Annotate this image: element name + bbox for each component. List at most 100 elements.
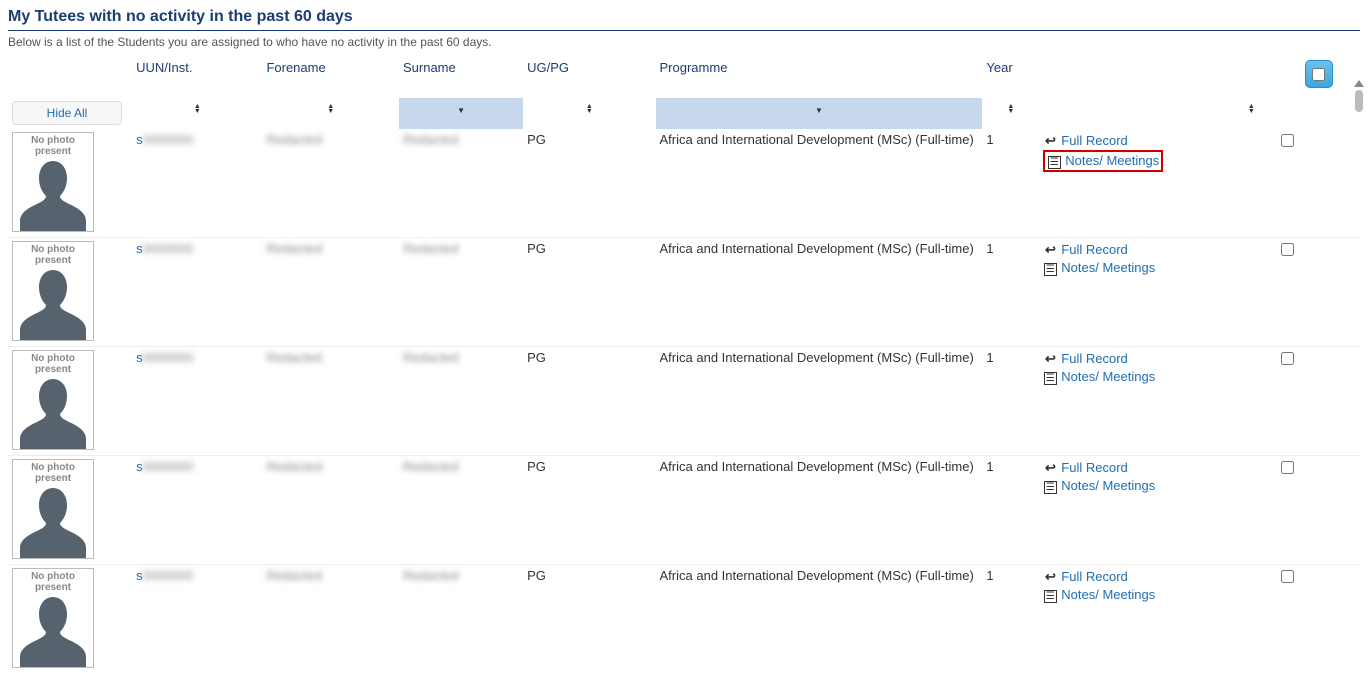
col-ugpg[interactable]: UG/PG <box>523 57 655 98</box>
ugpg-cell: PG <box>523 347 655 456</box>
forename-redacted: Redacted <box>266 132 322 147</box>
select-all-button[interactable] <box>1305 60 1333 88</box>
notes-meetings-link[interactable]: Notes/ Meetings <box>1043 477 1221 495</box>
sort-extra-icon[interactable] <box>1248 103 1255 115</box>
sort-surname-icon[interactable] <box>457 106 465 116</box>
full-record-link[interactable]: Full Record <box>1043 241 1221 259</box>
notes-icon <box>1043 477 1057 495</box>
notes-icon <box>1043 586 1057 604</box>
col-surname[interactable]: Surname <box>399 57 523 98</box>
programme-cell: Africa and International Development (MS… <box>656 456 983 565</box>
uun-text: s <box>136 459 143 474</box>
row-checkbox[interactable] <box>1281 243 1294 256</box>
full-record-link[interactable]: Full Record <box>1043 132 1221 150</box>
notes-icon <box>1043 259 1057 277</box>
open-icon <box>1043 459 1057 477</box>
uun-text: s <box>136 132 143 147</box>
ugpg-cell: PG <box>523 129 655 238</box>
sort-uun-icon[interactable] <box>194 103 201 115</box>
silhouette-icon <box>18 153 88 231</box>
hide-all-button[interactable]: Hide All <box>12 101 122 125</box>
notes-meetings-label: Notes/ Meetings <box>1061 587 1155 602</box>
col-extra <box>1225 57 1277 98</box>
surname-redacted: Redacted <box>403 459 459 474</box>
year-cell: 1 <box>982 347 1039 456</box>
full-record-link[interactable]: Full Record <box>1043 568 1221 586</box>
programme-cell: Africa and International Development (MS… <box>656 347 983 456</box>
col-programme[interactable]: Programme <box>656 57 983 98</box>
photo-placeholder: No photo present <box>12 132 94 232</box>
notes-meetings-label: Notes/ Meetings <box>1065 153 1159 168</box>
uun-redacted: 0000000 <box>143 241 194 256</box>
select-all-checkbox[interactable] <box>1312 68 1325 81</box>
table-row: No photo present s0000000 Redacted Redac… <box>8 456 1360 565</box>
full-record-link[interactable]: Full Record <box>1043 459 1221 477</box>
year-cell: 1 <box>982 238 1039 347</box>
silhouette-icon <box>18 589 88 667</box>
full-record-link[interactable]: Full Record <box>1043 350 1221 368</box>
row-checkbox[interactable] <box>1281 134 1294 147</box>
uun-link[interactable]: s0000000 <box>136 132 193 147</box>
forename-redacted: Redacted <box>266 459 322 474</box>
uun-redacted: 0000000 <box>143 350 194 365</box>
table-row: No photo present s0000000 Redacted Redac… <box>8 129 1360 238</box>
scroll-up-icon[interactable] <box>1354 80 1364 87</box>
uun-text: s <box>136 241 143 256</box>
ugpg-cell: PG <box>523 456 655 565</box>
uun-link[interactable]: s0000000 <box>136 459 193 474</box>
open-icon <box>1043 568 1057 586</box>
col-uun[interactable]: UUN/Inst. <box>132 57 262 98</box>
notes-meetings-label: Notes/ Meetings <box>1061 478 1155 493</box>
sort-ugpg-icon[interactable] <box>586 103 593 115</box>
year-cell: 1 <box>982 456 1039 565</box>
forename-redacted: Redacted <box>266 568 322 583</box>
sort-programme-icon[interactable] <box>815 106 823 116</box>
uun-text: s <box>136 568 143 583</box>
uun-link[interactable]: s0000000 <box>136 350 193 365</box>
uun-redacted: 0000000 <box>143 459 194 474</box>
row-checkbox[interactable] <box>1281 461 1294 474</box>
surname-redacted: Redacted <box>403 350 459 365</box>
uun-link[interactable]: s0000000 <box>136 568 193 583</box>
sort-forename-icon[interactable] <box>327 103 334 115</box>
forename-redacted: Redacted <box>266 241 322 256</box>
silhouette-icon <box>18 480 88 558</box>
scroll-thumb[interactable] <box>1355 90 1363 112</box>
full-record-label: Full Record <box>1061 351 1127 366</box>
uun-link[interactable]: s0000000 <box>136 241 193 256</box>
notes-icon <box>1043 368 1057 386</box>
col-photo <box>8 57 132 98</box>
photo-placeholder: No photo present <box>12 459 94 559</box>
photo-placeholder: No photo present <box>12 350 94 450</box>
notes-meetings-link[interactable]: Notes/ Meetings <box>1043 368 1221 386</box>
uun-redacted: 0000000 <box>143 568 194 583</box>
year-cell: 1 <box>982 129 1039 238</box>
table-row: No photo present s0000000 Redacted Redac… <box>8 238 1360 347</box>
uun-redacted: 0000000 <box>143 132 194 147</box>
row-checkbox[interactable] <box>1281 570 1294 583</box>
sort-year-icon[interactable] <box>1007 103 1014 115</box>
notes-icon <box>1047 152 1061 170</box>
photo-placeholder: No photo present <box>12 568 94 668</box>
col-actions <box>1039 57 1225 98</box>
open-icon <box>1043 241 1057 259</box>
ugpg-cell: PG <box>523 238 655 347</box>
silhouette-icon <box>18 262 88 340</box>
open-icon <box>1043 350 1057 368</box>
notes-meetings-link[interactable]: Notes/ Meetings <box>1043 259 1221 277</box>
row-checkbox[interactable] <box>1281 352 1294 365</box>
surname-redacted: Redacted <box>403 241 459 256</box>
tutees-table: UUN/Inst. Forename Surname UG/PG Program… <box>8 57 1360 673</box>
col-select-all <box>1277 57 1360 98</box>
page-subtitle: Below is a list of the Students you are … <box>8 35 1360 49</box>
col-year[interactable]: Year <box>982 57 1039 98</box>
scrollbar[interactable] <box>1352 80 1366 600</box>
surname-redacted: Redacted <box>403 132 459 147</box>
full-record-label: Full Record <box>1061 133 1127 148</box>
open-icon <box>1043 132 1057 150</box>
notes-meetings-label: Notes/ Meetings <box>1061 260 1155 275</box>
col-forename[interactable]: Forename <box>262 57 399 98</box>
notes-meetings-link[interactable]: Notes/ Meetings <box>1043 586 1221 604</box>
full-record-label: Full Record <box>1061 460 1127 475</box>
notes-meetings-link[interactable]: Notes/ Meetings <box>1047 152 1159 170</box>
